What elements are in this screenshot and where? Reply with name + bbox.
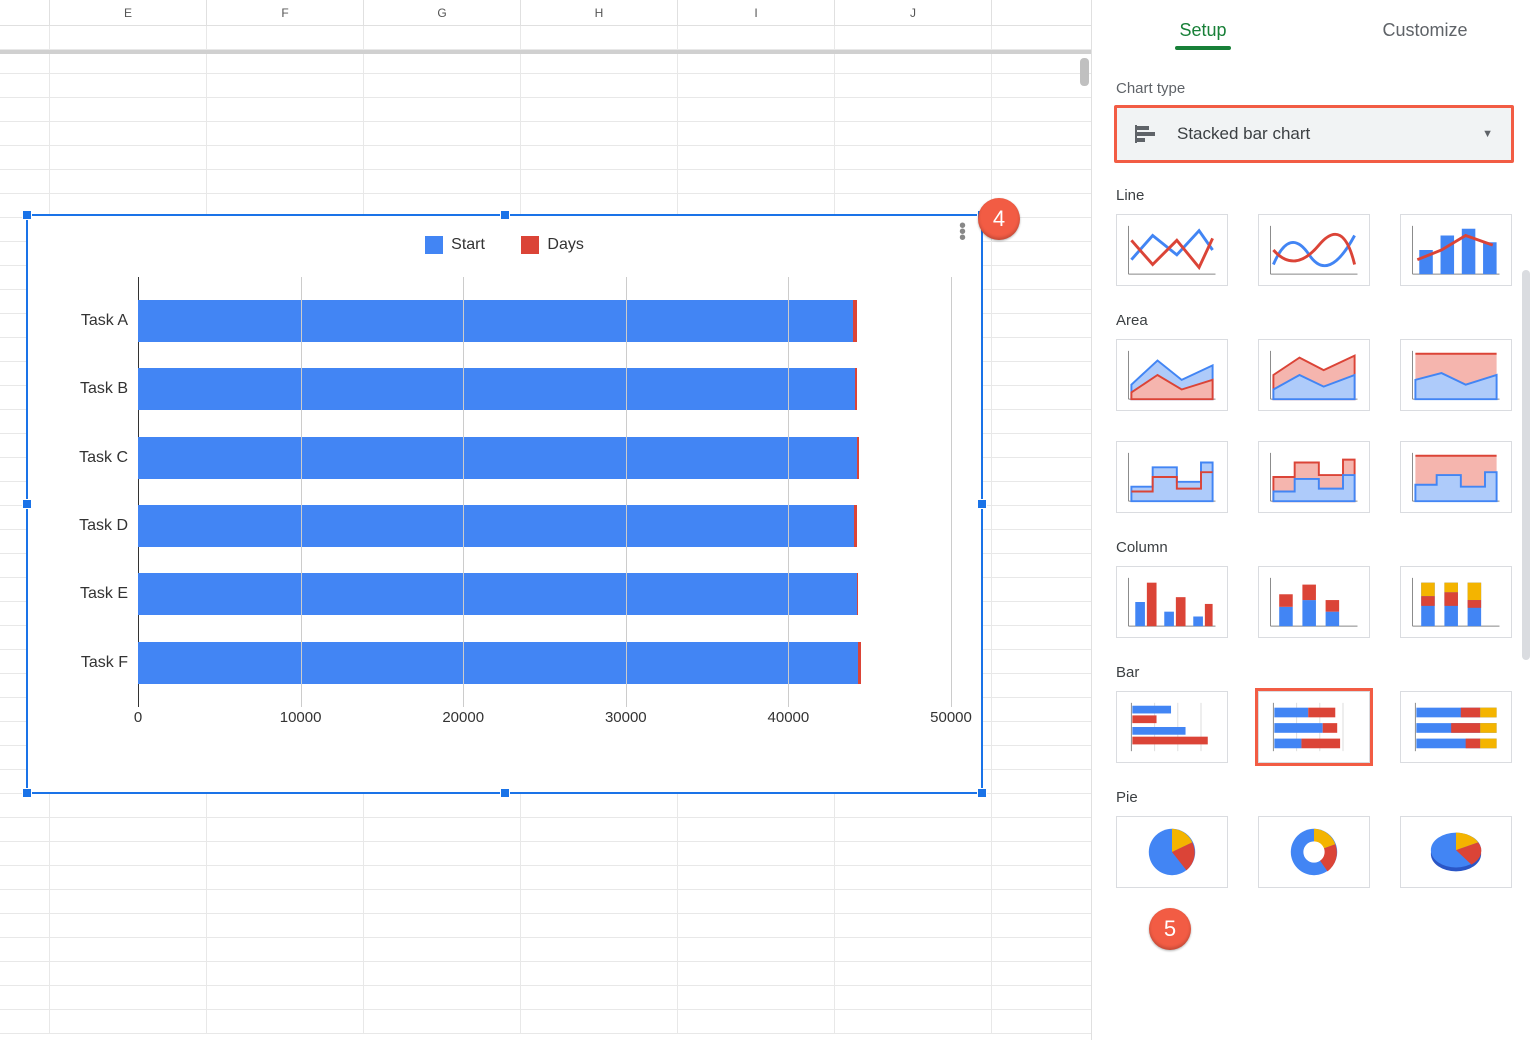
col-header-G[interactable]: G [364,0,521,25]
chart-type-stacked-stepped-area[interactable] [1258,441,1370,513]
bar-segment-days[interactable] [857,573,858,615]
frozen-row-divider [0,50,1091,54]
sidebar-scrollbar[interactable] [1522,270,1530,660]
chart-type-dropdown[interactable]: Stacked bar chart ▼ [1116,107,1512,161]
bar-segment-start[interactable] [138,573,857,615]
bar-segment-start[interactable] [138,300,853,342]
chart-type-label: Chart type [1116,80,1512,97]
stacked-bar-icon [1135,125,1157,143]
chart-type-area[interactable] [1116,339,1228,411]
chart-type-pie[interactable] [1116,816,1228,888]
bar-segment-days[interactable] [854,505,857,547]
bar-segment-start[interactable] [138,505,854,547]
bar-category-label: Task D [48,517,128,535]
chart-legend: Start Days [48,236,961,259]
bar-category-label: Task B [48,380,128,398]
spreadsheet-area: E F G H I J ••• Start [0,0,1091,1040]
col-header-J[interactable]: J [835,0,992,25]
col-header-E[interactable]: E [50,0,207,25]
x-tick-label: 40000 [768,709,810,726]
chart-type-3d-pie[interactable] [1400,816,1512,888]
tab-setup[interactable]: Setup [1092,0,1314,60]
bar-segment-start[interactable] [138,437,857,479]
embedded-chart[interactable]: ••• Start Days Task ATask BTask CTask DT… [26,214,983,794]
chart-type-line[interactable] [1116,214,1228,286]
chart-type-stepped-area[interactable] [1116,441,1228,513]
x-tick-label: 30000 [605,709,647,726]
group-label-line: Line [1116,187,1512,204]
legend-item-start[interactable]: Start [425,236,485,254]
legend-label: Days [547,236,583,254]
bar-category-label: Task A [48,312,128,330]
col-header-I[interactable]: I [678,0,835,25]
legend-swatch-icon [425,236,443,254]
bar-category-label: Task C [48,449,128,467]
x-tick-label: 20000 [442,709,484,726]
tab-customize[interactable]: Customize [1314,0,1536,60]
chart-type-stacked-column[interactable] [1258,566,1370,638]
legend-label: Start [451,236,485,254]
bar-category-label: Task E [48,585,128,603]
col-header-F[interactable]: F [207,0,364,25]
sidebar-tabs: Setup Customize [1092,0,1536,60]
bar-segment-days[interactable] [858,642,860,684]
chart-type-stacked-bar[interactable] [1258,691,1370,763]
bar-category-label: Task F [48,654,128,672]
chevron-down-icon: ▼ [1482,128,1493,140]
chart-type-stacked-area[interactable] [1258,339,1370,411]
column-headers: E F G H I J [0,0,1091,26]
chart-type-smooth-line[interactable] [1258,214,1370,286]
x-tick-label: 10000 [280,709,322,726]
chart-type-100-stacked-column[interactable] [1400,566,1512,638]
col-header-H[interactable]: H [521,0,678,25]
legend-item-days[interactable]: Days [521,236,583,254]
bar-segment-days[interactable] [857,437,859,479]
chart-type-value: Stacked bar chart [1177,124,1462,144]
chart-type-100-stacked-area[interactable] [1400,339,1512,411]
bar-segment-days[interactable] [853,300,856,342]
bar-segment-start[interactable] [138,642,858,684]
group-label-column: Column [1116,539,1512,556]
group-label-pie: Pie [1116,789,1512,806]
group-label-bar: Bar [1116,664,1512,681]
chart-type-combo[interactable] [1400,214,1512,286]
chart-type-doughnut[interactable] [1258,816,1370,888]
chart-type-100-stacked-stepped-area[interactable] [1400,441,1512,513]
x-tick-label: 50000 [930,709,972,726]
x-tick-label: 0 [134,709,142,726]
chart-type-100-stacked-bar[interactable] [1400,691,1512,763]
chart-type-column[interactable] [1116,566,1228,638]
bar-segment-days[interactable] [855,368,857,410]
bar-segment-start[interactable] [138,368,855,410]
annotation-badge-5: 5 [1149,908,1191,950]
group-label-area: Area [1116,312,1512,329]
chart-editor-sidebar: Setup Customize Chart type Stacked bar c… [1091,0,1536,1040]
chart-plot-area[interactable]: Task ATask BTask CTask DTask ETask F 010… [138,277,951,737]
col-header[interactable] [0,0,50,25]
legend-swatch-icon [521,236,539,254]
chart-type-bar[interactable] [1116,691,1228,763]
annotation-badge-4: 4 [978,198,1020,240]
sheet-scrollbar[interactable] [1080,58,1089,86]
